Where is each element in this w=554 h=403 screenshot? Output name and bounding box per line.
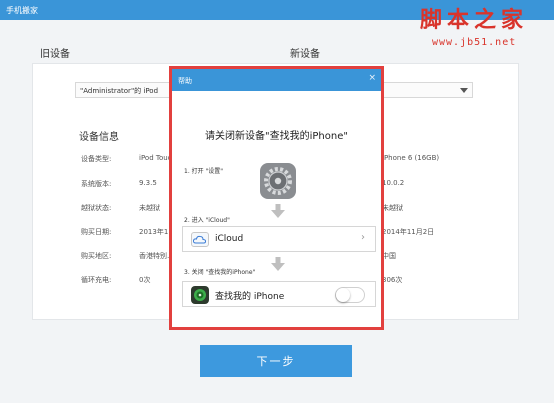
close-icon[interactable]: × (368, 73, 376, 83)
field-label-jailbreak: 越狱状态: (81, 204, 112, 212)
toggle-knob (336, 288, 350, 302)
new-field-value-region: 中国 (382, 252, 396, 260)
arrow-down-icon (271, 204, 285, 218)
settings-gear-icon (260, 163, 296, 199)
next-button[interactable]: 下一步 (200, 345, 352, 377)
watermark-url: www.jb51.net (432, 37, 517, 48)
find-my-iphone-row[interactable]: 查找我的 iPhone (182, 281, 376, 307)
icloud-label: iCloud (215, 234, 244, 244)
step-1-text: 1. 打开 "设置" (184, 168, 224, 175)
chevron-right-icon: › (361, 232, 365, 243)
new-field-value-cycles: 306次 (382, 276, 403, 284)
icloud-row[interactable]: iCloud › (182, 226, 376, 252)
field-value-version: 9.3.5 (139, 179, 157, 187)
find-my-iphone-icon (191, 286, 209, 304)
new-field-value-jailbreak: 未越狱 (382, 204, 403, 212)
field-value-type: iPod Touch (139, 154, 169, 162)
field-value-purchase-date: 2013年1… (139, 228, 169, 236)
new-device-select[interactable] (378, 82, 473, 98)
step-2-text: 2. 进入 "iCloud" (184, 217, 230, 224)
field-label-cycles: 循环充电: (81, 276, 112, 284)
dialog-title-bar: 帮助 × (172, 69, 381, 91)
arrow-down-icon (271, 257, 285, 271)
field-label-type: 设备类型: (81, 155, 112, 163)
dialog-title: 帮助 (178, 77, 192, 85)
new-field-value-purchase-date: 2014年11月2日 (382, 228, 435, 236)
find-my-iphone-label: 查找我的 iPhone (215, 292, 285, 302)
new-field-value-version: 10.0.2 (382, 179, 405, 187)
field-value-jailbreak: 未越狱 (139, 204, 160, 212)
find-my-iphone-toggle[interactable] (335, 287, 365, 303)
watermark-logo: 脚本之家 (420, 7, 529, 33)
new-field-value-type: iPhone 6 (16GB) (382, 154, 440, 162)
field-label-purchase-date: 购买日期: (81, 228, 112, 236)
field-label-region: 购买地区: (81, 252, 112, 260)
help-dialog: 帮助 × 请关闭新设备"查找我的iPhone" 1. 打开 "设置" 2. 进入… (169, 66, 384, 330)
app-title: 手机搬家 (6, 6, 38, 15)
step-3-text: 3. 关闭 "查找我的iPhone" (184, 269, 256, 276)
new-device-title: 新设备 (290, 49, 320, 60)
icloud-icon (191, 232, 209, 247)
field-value-cycles: 0次 (139, 276, 151, 284)
device-info-title: 设备信息 (79, 132, 119, 143)
field-value-region: 香港特别… (139, 252, 169, 260)
old-device-title: 旧设备 (40, 49, 70, 60)
field-label-version: 系统版本: (81, 180, 112, 188)
chevron-down-icon (460, 88, 468, 93)
dialog-heading: 请关闭新设备"查找我的iPhone" (205, 131, 348, 142)
